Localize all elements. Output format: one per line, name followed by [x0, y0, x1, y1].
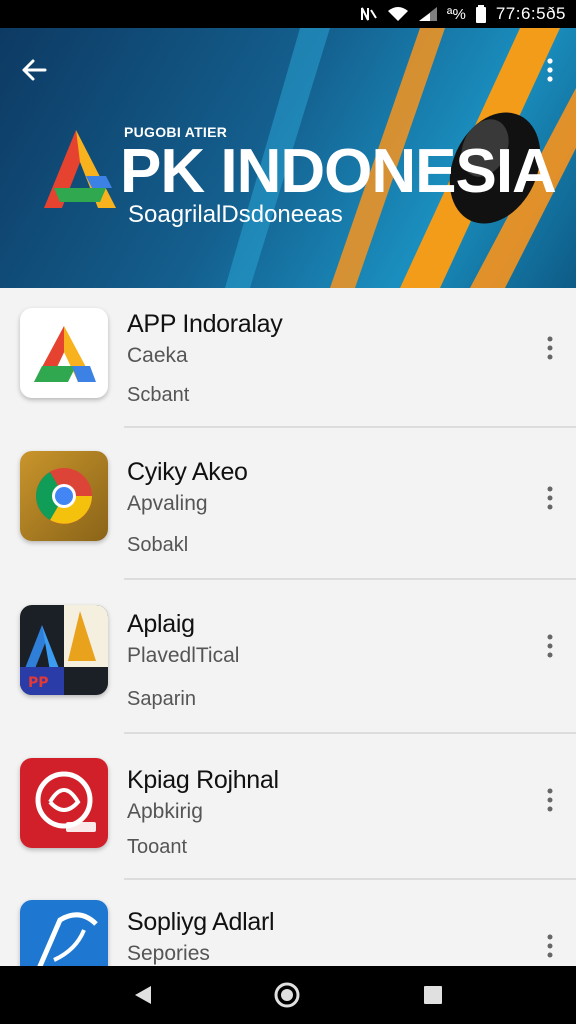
wifi-icon: [387, 7, 408, 21]
banner-subtitle: SoagrilalDsdoneeas: [128, 201, 343, 228]
battery-percent: ª%: [446, 5, 466, 23]
list-item-sopliyg-adlarl[interactable]: Sopliyg Adlarl Sepories: [0, 880, 576, 966]
nav-recents-button[interactable]: [418, 980, 448, 1010]
back-triangle-icon: [135, 986, 151, 1004]
back-button[interactable]: [16, 52, 52, 88]
app-meta: Saparin: [127, 688, 196, 710]
more-vert-icon: [547, 634, 553, 658]
app-title: Kpiag Rojhnal: [127, 766, 279, 794]
list-item-app-indoralay[interactable]: APP Indoralay Caeka Scbant: [0, 288, 576, 428]
apk-logo-icon: [44, 130, 116, 208]
more-vert-icon: [547, 486, 553, 510]
status-time: 77:6:5ð5: [495, 4, 566, 23]
app-subtitle: Apbkirig: [127, 800, 203, 823]
list-item-aplaig[interactable]: PP Aplaig PlavedlTical Saparin: [0, 580, 576, 734]
more-vert-icon: [547, 934, 553, 958]
overflow-menu-button[interactable]: [536, 52, 564, 88]
banner-title: PK INDONESIA: [120, 137, 557, 206]
list-item-cyiky-akeo[interactable]: Cyiky Akeo Apvaling Sobakl: [0, 428, 576, 580]
app-meta: Tooant: [127, 836, 188, 858]
app-meta: Sobakl: [127, 534, 189, 556]
nav-home-button[interactable]: [272, 980, 302, 1010]
item-menu-button[interactable]: [538, 478, 562, 518]
app-subtitle: PlavedlTical: [127, 644, 240, 667]
svg-text:PP: PP: [28, 675, 49, 691]
navigation-bar: [0, 966, 576, 1024]
app-meta: Scbant: [127, 384, 190, 406]
app-subtitle: Caeka: [127, 344, 188, 367]
header-banner: PUGOBI ATIER PK INDONESIA SoagrilalDsdon…: [0, 28, 576, 288]
item-menu-button[interactable]: [538, 328, 562, 368]
nfc-icon: [360, 7, 377, 21]
chrome-logo-icon: [20, 451, 108, 541]
arrow-left-icon: [22, 59, 47, 81]
app-list: APP Indoralay Caeka Scbant Cyiky Akeo Ap…: [0, 288, 576, 966]
app-title: Sopliyg Adlarl: [127, 908, 275, 936]
app-subtitle: Apvaling: [127, 492, 208, 515]
blue-bird-logo-icon: [20, 900, 108, 966]
app-title: Cyiky Akeo: [127, 458, 248, 486]
status-icons: ª% 77:6:5ð5: [360, 3, 566, 25]
item-menu-button[interactable]: [538, 626, 562, 666]
apk-logo-icon: [20, 308, 108, 398]
home-circle-icon: [274, 982, 300, 1008]
status-bar: ª% 77:6:5ð5: [0, 0, 576, 28]
list-item-kpiag-rojhnal[interactable]: Kpiag Rojhnal Apbkirig Tooant: [0, 734, 576, 880]
battery-icon: [475, 5, 486, 23]
item-menu-button[interactable]: [538, 926, 562, 966]
more-vert-icon: [547, 58, 553, 82]
more-vert-icon: [547, 336, 553, 360]
more-vert-icon: [547, 788, 553, 812]
item-menu-button[interactable]: [538, 780, 562, 820]
recents-square-icon: [424, 986, 442, 1004]
signal-icon: [418, 7, 437, 21]
app-title: APP Indoralay: [127, 310, 283, 338]
aplaig-logo-icon: PP: [20, 605, 108, 695]
app-title: Aplaig: [127, 610, 195, 638]
red-swirl-logo-icon: [20, 758, 108, 848]
app-subtitle: Sepories: [127, 942, 210, 965]
nav-back-button[interactable]: [128, 980, 158, 1010]
